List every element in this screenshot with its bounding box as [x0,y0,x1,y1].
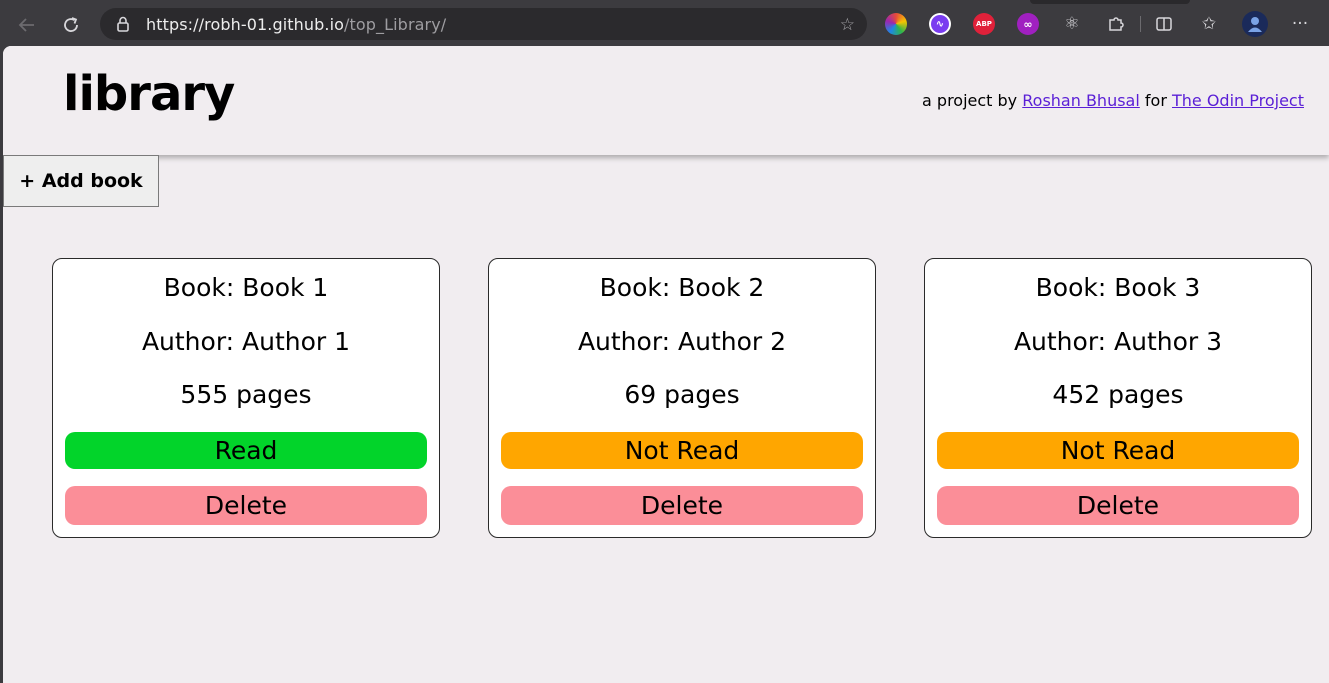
author-link[interactable]: Roshan Bhusal [1022,91,1140,110]
toolbar-divider [1140,16,1141,32]
book-author: Author: Author 2 [577,327,787,356]
profile-avatar[interactable] [1242,11,1268,37]
book-card: Book: Book 2 Author: Author 2 69 pages N… [488,258,876,538]
lock-icon [116,16,130,32]
site-logo: library [63,66,235,122]
url-text: https://robh-01.github.io/top_Library/ [146,15,446,34]
page-viewport: library a project by Roshan Bhusal for T… [3,46,1329,683]
book-pages: 452 pages [1052,380,1184,409]
book-title: Book: Book 1 [163,273,329,302]
react-devtools-icon[interactable]: ⚛ [1060,12,1084,36]
more-menu-icon[interactable]: ··· [1288,12,1312,36]
split-screen-icon[interactable] [1152,12,1176,36]
book-card: Book: Book 3 Author: Author 3 452 pages … [924,258,1312,538]
infinity-extension-icon[interactable]: ∞ [1017,13,1039,35]
project-link[interactable]: The Odin Project [1172,91,1304,110]
tab-strip-edge [1030,0,1190,4]
extensions-puzzle-icon[interactable] [1104,12,1128,36]
audio-extension-icon[interactable]: ∿ [929,13,951,35]
credit-prefix: a project by [922,91,1018,110]
reload-button[interactable] [56,10,86,40]
back-arrow-icon [18,18,34,32]
book-author: Author: Author 1 [141,327,351,356]
book-title: Book: Book 2 [599,273,765,302]
book-pages: 555 pages [180,380,312,409]
delete-button[interactable]: Delete [65,486,427,525]
book-author: Author: Author 3 [1013,327,1223,356]
credit-line: a project by Roshan Bhusal for The Odin … [922,91,1304,110]
credit-mid: for [1144,91,1167,110]
back-button[interactable] [12,10,42,40]
favorites-icon[interactable]: ✩ [1197,12,1221,36]
add-book-button[interactable]: + Add book [3,155,159,207]
reload-icon [64,17,78,32]
favorite-star-icon[interactable]: ☆ [840,15,855,35]
book-card: Book: Book 1 Author: Author 1 555 pages … [52,258,440,538]
url-host: https://robh-01.github.io [146,14,345,34]
delete-button[interactable]: Delete [501,486,863,525]
delete-button[interactable]: Delete [937,486,1299,525]
book-title: Book: Book 3 [1035,273,1201,302]
book-pages: 69 pages [624,380,740,409]
read-status-button[interactable]: Not Read [501,432,863,469]
book-list: Book: Book 1 Author: Author 1 555 pages … [52,258,1312,538]
read-status-button[interactable]: Not Read [937,432,1299,469]
address-bar[interactable]: https://robh-01.github.io/top_Library/ ☆ [100,8,867,40]
adblock-plus-icon[interactable]: ABP [973,13,995,35]
read-status-button[interactable]: Read [65,432,427,469]
color-wheel-icon[interactable] [885,13,907,35]
browser-toolbar: https://robh-01.github.io/top_Library/ ☆… [0,0,1329,48]
url-path: /top_Library/ [344,14,447,34]
site-header: library a project by Roshan Bhusal for T… [3,46,1329,155]
